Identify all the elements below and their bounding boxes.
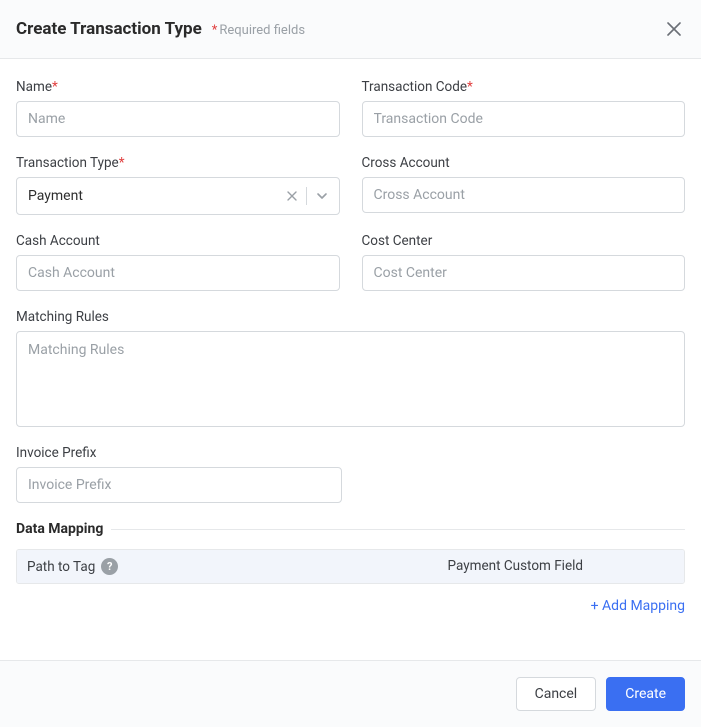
cancel-button[interactable]: Cancel (516, 677, 597, 711)
required-fields-hint: *Required fields (212, 23, 305, 38)
transaction-code-label: Transaction Code* (362, 79, 686, 95)
cost-center-input[interactable] (362, 255, 686, 291)
transaction-type-select[interactable]: Payment (16, 177, 340, 215)
modal-title: Create Transaction Type (16, 19, 202, 39)
custom-field-header: Payment Custom Field (448, 558, 674, 575)
data-mapping-section-header: Data Mapping (16, 521, 685, 537)
add-mapping-button[interactable]: + Add Mapping (591, 598, 685, 614)
transaction-type-clear[interactable] (284, 188, 300, 204)
section-divider-line (111, 529, 685, 530)
modal-header: Create Transaction Type *Required fields (0, 0, 701, 59)
transaction-code-input[interactable] (362, 101, 686, 137)
transaction-type-caret[interactable] (313, 187, 331, 205)
modal-body: Name* Transaction Code* Transaction Type… (0, 59, 701, 660)
name-input[interactable] (16, 101, 340, 137)
matching-rules-input[interactable] (16, 331, 685, 427)
data-mapping-table: Path to Tag ? Payment Custom Field (16, 549, 685, 584)
matching-rules-label: Matching Rules (16, 309, 685, 325)
transaction-type-label: Transaction Type* (16, 155, 340, 171)
path-to-tag-help[interactable]: ? (101, 558, 118, 575)
cost-center-label: Cost Center (362, 233, 686, 249)
modal-footer: Cancel Create (0, 660, 701, 727)
cross-account-input[interactable] (362, 177, 686, 213)
data-mapping-table-header: Path to Tag ? Payment Custom Field (17, 550, 684, 583)
path-to-tag-header: Path to Tag (27, 559, 95, 575)
cash-account-input[interactable] (16, 255, 340, 291)
close-button[interactable] (663, 18, 685, 40)
cash-account-label: Cash Account (16, 233, 340, 249)
select-separator (306, 187, 307, 205)
invoice-prefix-label: Invoice Prefix (16, 445, 342, 461)
data-mapping-title: Data Mapping (16, 521, 103, 537)
chevron-down-icon (316, 190, 328, 202)
invoice-prefix-input[interactable] (16, 467, 342, 503)
cross-account-label: Cross Account (362, 155, 686, 171)
help-icon: ? (107, 560, 112, 573)
clear-icon (287, 191, 297, 201)
create-button[interactable]: Create (606, 677, 685, 711)
create-transaction-type-modal: Create Transaction Type *Required fields… (0, 0, 701, 727)
close-icon (667, 22, 681, 36)
name-label: Name* (16, 79, 340, 95)
transaction-type-value: Payment (28, 188, 83, 204)
